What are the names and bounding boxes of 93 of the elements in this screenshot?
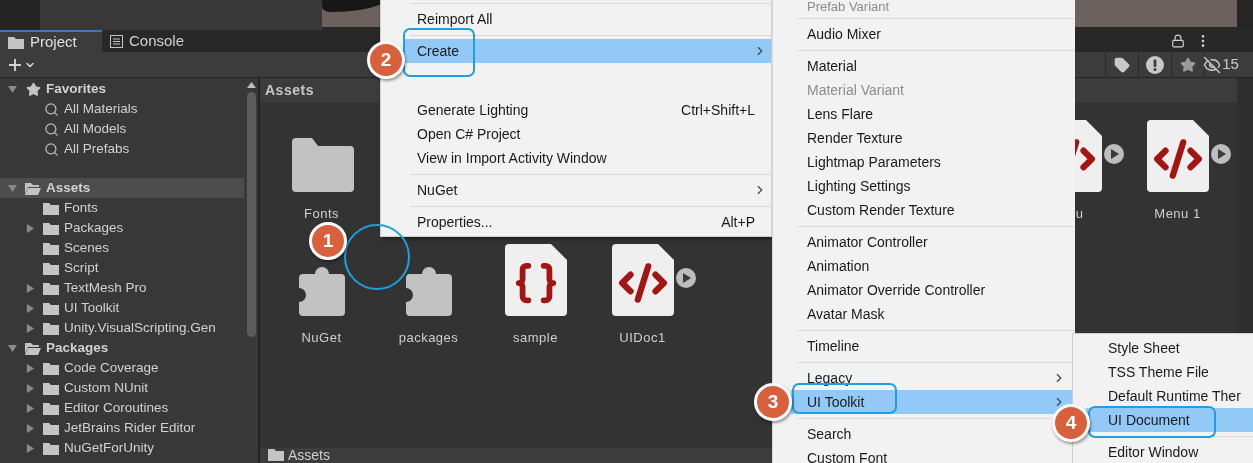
tree-item[interactable]: Script [0,258,244,278]
code-file-icon [611,243,674,316]
menu-item[interactable]: Animator Override Controller [791,278,1075,302]
tag-icon[interactable] [1114,56,1130,73]
open-folder-icon [25,341,41,355]
menu-item[interactable]: Animator Controller [791,230,1075,254]
lock-icon[interactable] [1171,34,1185,48]
expand-arrow-icon[interactable] [8,183,17,193]
tree-item[interactable]: Assets [0,178,244,198]
tree-item[interactable]: Scenes [0,238,244,258]
menu-item[interactable]: Lighting Settings [791,174,1075,198]
console-icon [110,34,123,48]
asset-label[interactable]: Fonts [304,204,339,224]
folder-icon [43,361,59,375]
tree-item[interactable]: NuGetForUnity [0,438,244,458]
folder-icon [43,401,59,415]
folder-icon [43,301,59,315]
panel-tab[interactable]: Project [0,30,102,52]
collapse-arrow-icon[interactable] [26,223,35,233]
asset-label[interactable]: Menu 1 [1154,204,1201,224]
search-icon [43,141,59,157]
menu-item[interactable]: Create [404,39,771,63]
menu-item[interactable]: Properties... Alt+P [404,210,771,234]
menu-item[interactable]: Lightmap Parameters [791,150,1075,174]
menu-item[interactable]: Generate Lighting Ctrl+Shift+L [404,98,771,122]
folder-icon [43,221,59,235]
menu-item[interactable]: TSS Theme File [1086,360,1253,384]
breadcrumb-link[interactable]: Assets [288,448,330,463]
expand-arrow-icon[interactable] [8,84,17,94]
folder-icon [289,138,354,192]
tree-item[interactable]: TextMesh Pro [0,278,244,298]
tree-item[interactable]: Unity.VisualScripting.Gen [0,318,244,338]
tree-item[interactable]: Custom NUnit [0,378,244,398]
warning-icon[interactable] [1146,55,1164,74]
expand-arrow-icon[interactable] [8,343,17,353]
search-icon [43,121,59,137]
folder-icon [8,35,24,49]
search-icon [43,101,59,117]
folder-icon [43,201,59,215]
menu-item[interactable]: Render Texture [791,126,1075,150]
asset-label[interactable]: sample [513,327,558,347]
star-icon[interactable] [1180,56,1196,73]
folder-icon [43,241,59,255]
menu-item[interactable]: Timeline [791,334,1075,358]
menu-item[interactable]: Custom Font [791,446,1075,463]
menu-item[interactable]: UI Document [1086,408,1253,432]
tree-item[interactable]: Fonts [0,198,244,218]
open-folder-icon [25,181,41,195]
menu-item[interactable]: Avatar Mask [791,302,1075,326]
scroll-up-arrow-icon[interactable] [246,82,256,88]
menu-item[interactable]: Style Sheet [1086,336,1253,360]
asset-label[interactable]: NuGet [301,327,342,347]
tree-item[interactable]: Packages [0,338,244,358]
tree-item[interactable]: JetBrains Rider Editor [0,418,244,438]
menu-item[interactable]: View in Import Activity Window [404,146,771,170]
highlight-box [403,28,475,77]
menu-item[interactable]: Custom Render Texture [791,198,1075,222]
tree-item[interactable]: All Materials [0,99,244,119]
folder-icon [43,441,59,455]
tree-item[interactable]: Editor Coroutines [0,398,244,418]
menu-item[interactable]: Reimport All [404,7,771,31]
hidden-items-toggle[interactable]: 15 [1203,53,1239,76]
menu-item[interactable]: UI Toolkit [791,390,1075,414]
folder-title: Assets [265,80,314,100]
folder-icon [43,261,59,275]
menu-item[interactable]: Legacy [791,366,1075,390]
folder-icon [43,281,59,295]
panel-tab[interactable]: Console [102,30,202,52]
menu-item[interactable]: Lens Flare [791,102,1075,126]
play-icon[interactable] [1103,144,1124,164]
folder-icon [43,321,59,335]
menu-item[interactable]: Material [791,54,1075,78]
tree-item[interactable]: Code Coverage [0,358,244,378]
menu-item[interactable]: Animation [791,254,1075,278]
star-icon [25,81,41,97]
folder-icon [43,421,59,435]
tree-item[interactable]: All Prefabs [0,139,244,159]
folder-icon [43,381,59,395]
folder-icon [268,448,284,461]
tree-item[interactable]: All Models [0,119,244,139]
menu-item[interactable]: Editor Window [1086,440,1253,463]
menu-item[interactable]: NuGet [404,178,771,202]
tree-item[interactable]: Packages [0,218,244,238]
asset-label[interactable]: packages [398,327,459,347]
tree-item[interactable]: UI Toolkit [0,298,244,318]
asset-label[interactable]: UIDoc1 [619,327,666,347]
code-file-icon [1146,120,1209,192]
json-file-icon [504,243,567,316]
tree-item[interactable]: Favorites [0,79,244,99]
menu-item[interactable]: Open C# Project [404,122,771,146]
play-icon[interactable] [675,267,696,288]
play-icon[interactable] [1210,144,1231,164]
menu-item[interactable]: Audio Mixer [791,22,1075,46]
